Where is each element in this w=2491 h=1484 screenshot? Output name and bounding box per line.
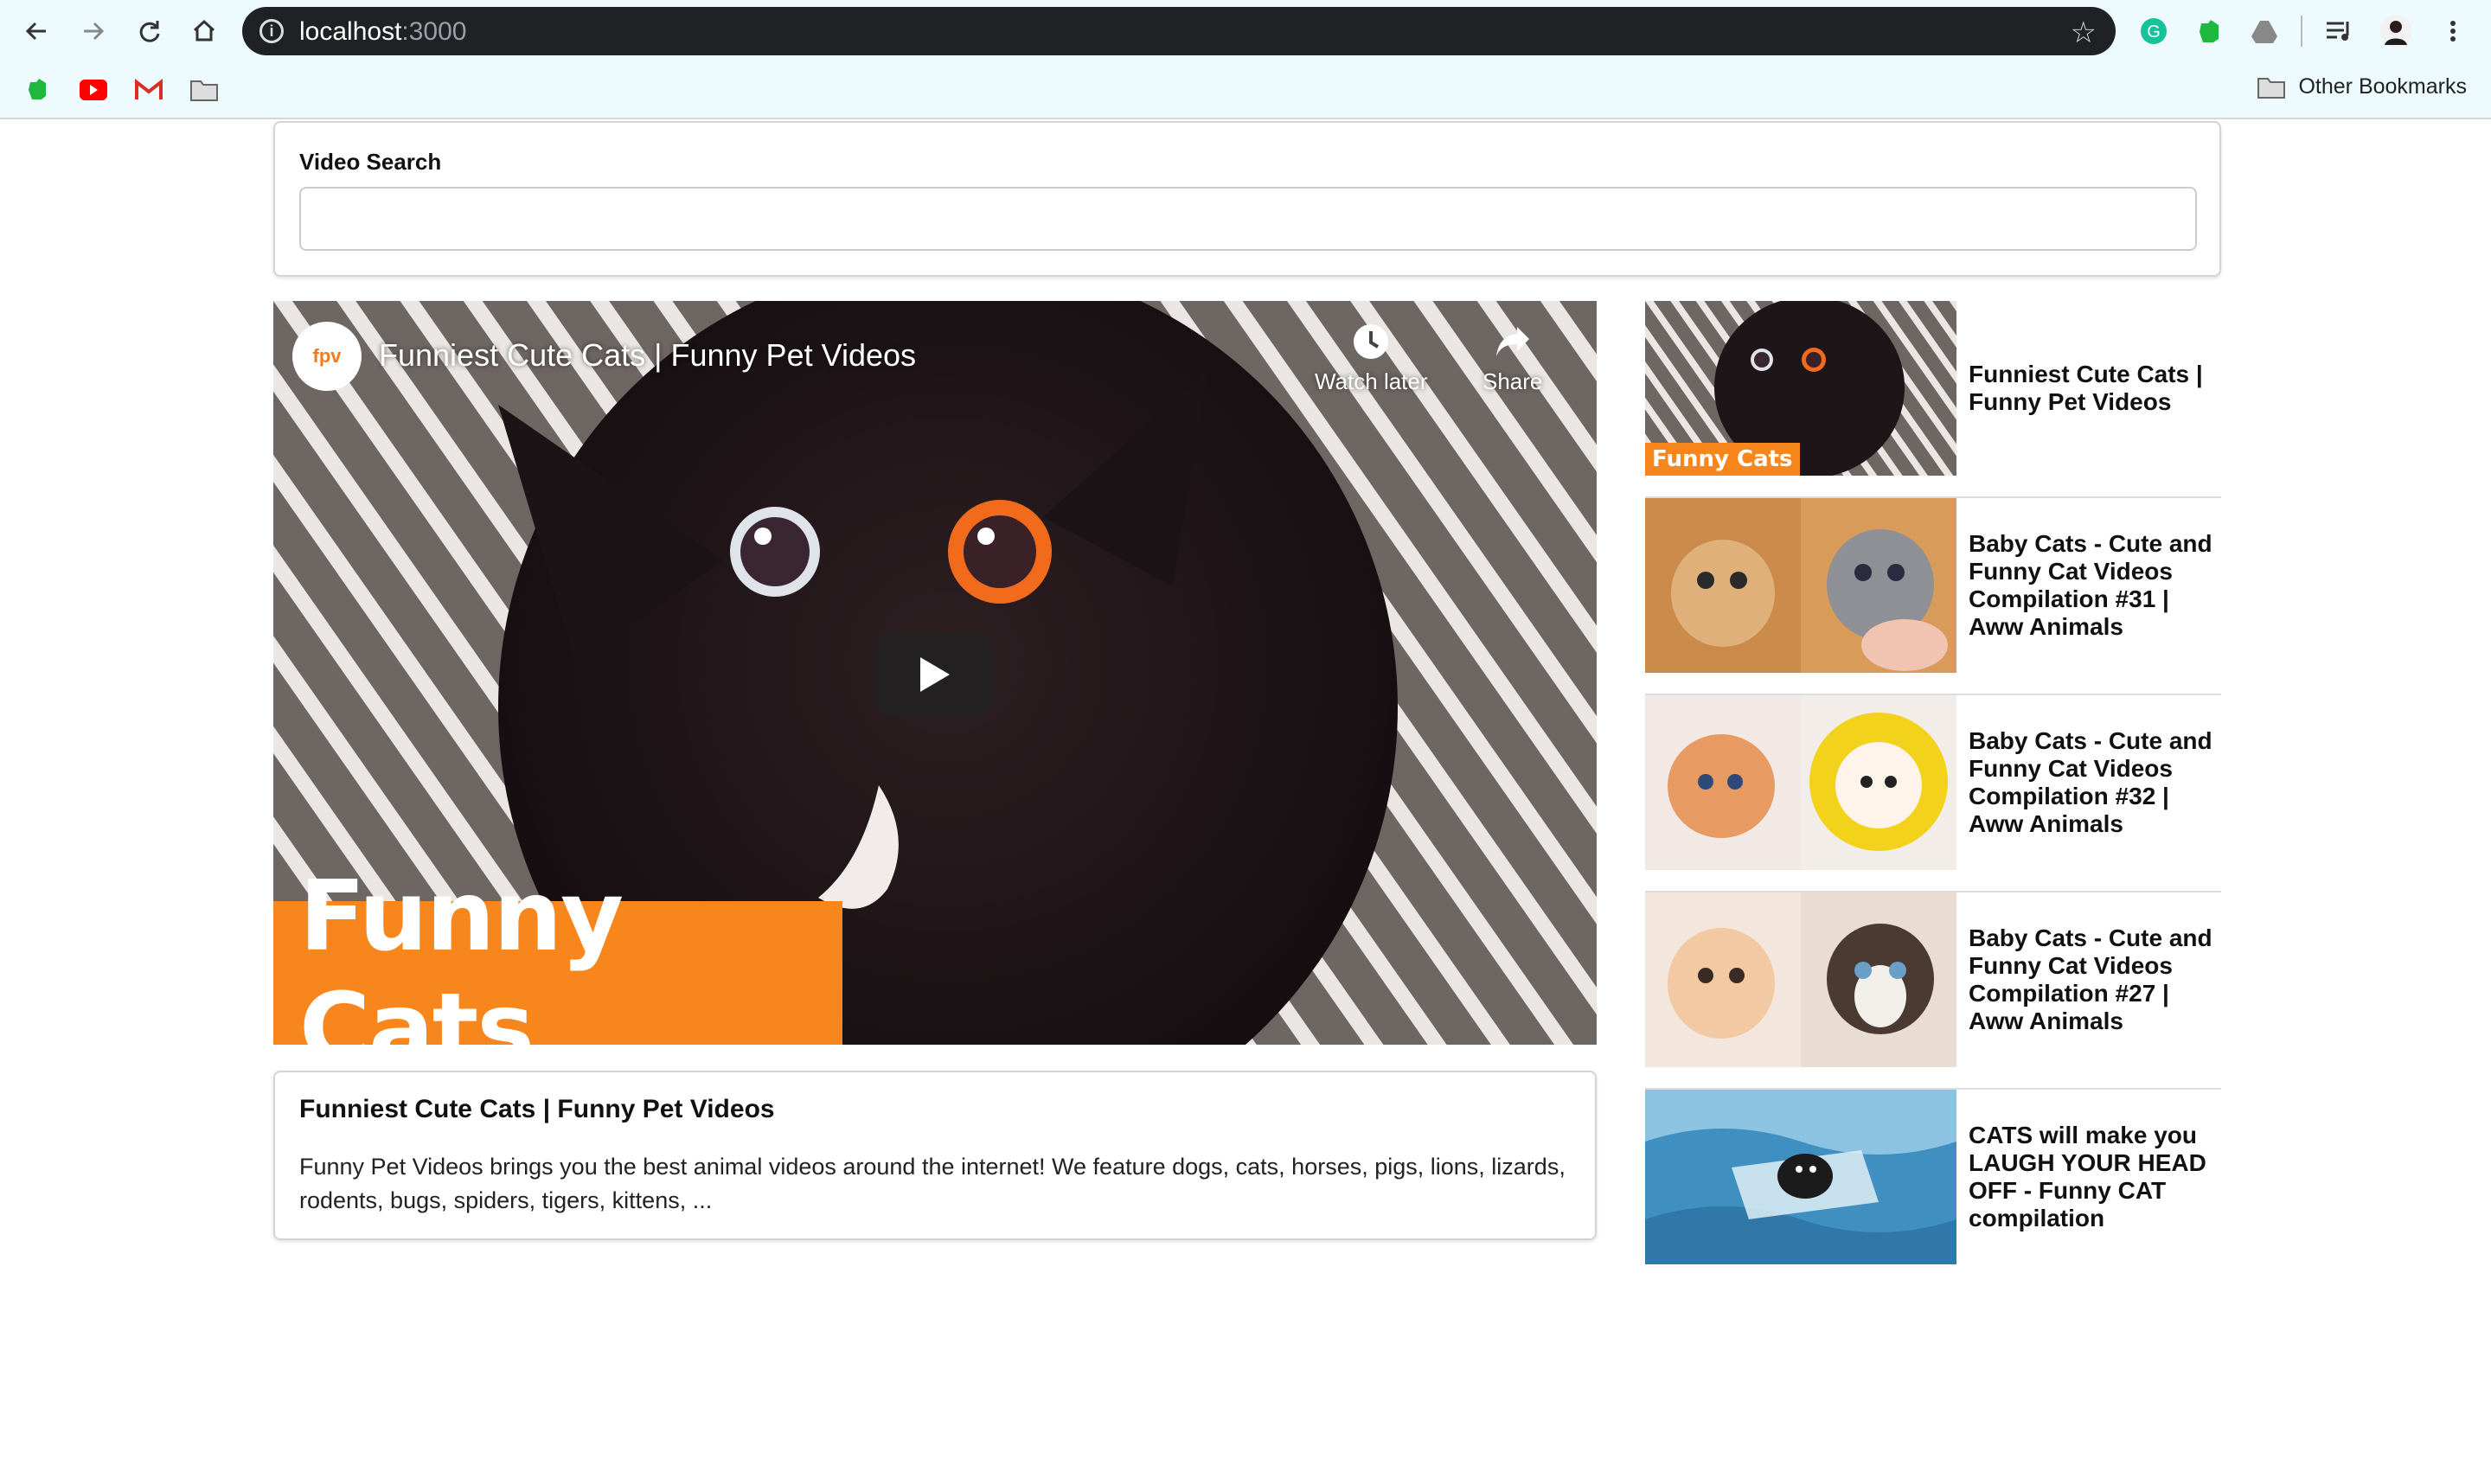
- search-bar-card: Video Search: [273, 121, 2221, 277]
- watch-later-button[interactable]: Watch later: [1315, 322, 1428, 395]
- share-icon: [1495, 327, 1529, 356]
- channel-logo[interactable]: fpv: [292, 322, 362, 391]
- other-bookmarks-label: Other Bookmarks: [2298, 74, 2467, 99]
- share-button[interactable]: Share: [1482, 322, 1542, 395]
- back-arrow-icon[interactable]: [17, 12, 55, 50]
- play-button[interactable]: [875, 633, 993, 716]
- brand-banner: Funny Cats: [273, 860, 842, 1045]
- svg-text:G: G: [2147, 22, 2161, 42]
- video-thumbnail[interactable]: [1645, 695, 1956, 870]
- play-icon: [920, 657, 950, 692]
- other-bookmarks[interactable]: Other Bookmarks: [2257, 74, 2467, 99]
- video-thumbnail[interactable]: [1645, 1090, 1956, 1264]
- clock-icon: [1354, 324, 1389, 359]
- video-title[interactable]: Funniest Cute Cats | Funny Pet Videos: [1969, 301, 2221, 476]
- folder-bookmark-icon[interactable]: [187, 73, 221, 107]
- avatar[interactable]: [2377, 12, 2415, 50]
- list-item[interactable]: Baby Cats - Cute and Funny Cat Videos Co…: [1645, 892, 2221, 1090]
- list-item[interactable]: Funny Cats Funniest Cute Cats | Funny Pe…: [1645, 301, 2221, 498]
- video-title[interactable]: CATS will make you LAUGH YOUR HEAD OFF -…: [1969, 1090, 2221, 1264]
- brand-text: Funny Cats: [299, 860, 624, 1045]
- video-title[interactable]: Baby Cats - Cute and Funny Cat Videos Co…: [1969, 498, 2221, 673]
- browser-chrome: i localhost:3000 ☆ G Other Bookmarks: [0, 0, 2491, 119]
- video-detail-description: Funny Pet Videos brings you the best ani…: [299, 1154, 1566, 1213]
- address-bar[interactable]: i localhost:3000 ☆: [242, 7, 2116, 55]
- thumbnail-tag: Funny Cats: [1645, 443, 1800, 476]
- list-item[interactable]: Baby Cats - Cute and Funny Cat Videos Co…: [1645, 695, 2221, 892]
- video-title[interactable]: Baby Cats - Cute and Funny Cat Videos Co…: [1969, 892, 2221, 1067]
- video-player[interactable]: fpv Funniest Cute Cats | Funny Pet Video…: [273, 301, 1597, 1045]
- watch-later-label: Watch later: [1315, 368, 1428, 394]
- search-label: Video Search: [299, 149, 442, 175]
- forward-arrow-icon[interactable]: [74, 12, 112, 50]
- drive-icon[interactable]: [2245, 12, 2283, 50]
- menu-icon[interactable]: [2434, 12, 2472, 50]
- info-icon[interactable]: i: [259, 19, 284, 43]
- folder-icon: [2257, 77, 2286, 99]
- list-item[interactable]: Baby Cats - Cute and Funny Cat Videos Co…: [1645, 498, 2221, 695]
- toolbar-divider: [2301, 16, 2302, 47]
- star-icon[interactable]: ☆: [2071, 16, 2097, 50]
- video-thumbnail[interactable]: [1645, 892, 1956, 1067]
- media-icon[interactable]: [2320, 12, 2358, 50]
- evernote-bookmark-icon[interactable]: [21, 73, 55, 107]
- video-detail-card: Funniest Cute Cats | Funny Pet Videos Fu…: [273, 1071, 1597, 1240]
- video-thumbnail[interactable]: Funny Cats: [1645, 301, 1956, 476]
- youtube-bookmark-icon[interactable]: [76, 73, 111, 107]
- grammarly-icon[interactable]: G: [2135, 12, 2173, 50]
- video-list: Funny Cats Funniest Cute Cats | Funny Pe…: [1645, 301, 2221, 1287]
- url-text[interactable]: localhost:3000: [299, 17, 466, 47]
- share-label: Share: [1482, 368, 1543, 394]
- list-item[interactable]: CATS will make you LAUGH YOUR HEAD OFF -…: [1645, 1090, 2221, 1287]
- evernote-icon[interactable]: [2190, 12, 2228, 50]
- video-detail-title: Funniest Cute Cats | Funny Pet Videos: [299, 1095, 775, 1123]
- video-title[interactable]: Baby Cats - Cute and Funny Cat Videos Co…: [1969, 695, 2221, 870]
- home-icon[interactable]: [185, 12, 223, 50]
- bookmarks-bar: Other Bookmarks: [0, 66, 2491, 114]
- reload-icon[interactable]: [130, 12, 168, 50]
- video-thumbnail[interactable]: [1645, 498, 1956, 673]
- gmail-bookmark-icon[interactable]: [131, 73, 166, 107]
- search-input[interactable]: [299, 187, 2197, 251]
- player-title[interactable]: Funniest Cute Cats | Funny Pet Videos: [379, 337, 916, 374]
